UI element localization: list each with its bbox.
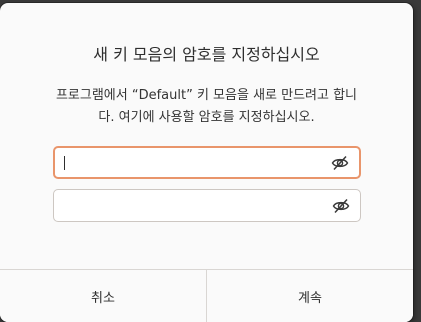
password-dialog: 새 키 모음의 암호를 지정하십시오 프로그램에서 “Default” 키 모음… (0, 3, 413, 322)
cancel-button[interactable]: 취소 (0, 270, 206, 322)
password-field[interactable] (53, 146, 361, 179)
dialog-message-line-1: 프로그램에서 “Default” 키 모음을 새로 만드려고 합니 (55, 88, 358, 103)
eye-slash-icon[interactable] (331, 155, 349, 171)
text-caret (64, 156, 65, 170)
eye-slash-icon[interactable] (332, 198, 350, 214)
dialog-message: 프로그램에서 “Default” 키 모음을 새로 만드려고 합니 다. 여기에… (36, 85, 377, 129)
continue-button[interactable]: 계속 (206, 270, 413, 322)
dialog-footer: 취소 계속 (0, 269, 413, 322)
dialog-message-line-2: 다. 여기에 사용할 암호를 지정하십시오. (98, 110, 315, 125)
dialog-title: 새 키 모음의 암호를 지정하십시오 (93, 45, 320, 64)
confirm-password-input[interactable] (62, 190, 322, 221)
confirm-password-field[interactable] (53, 189, 361, 222)
password-input[interactable] (63, 148, 323, 177)
